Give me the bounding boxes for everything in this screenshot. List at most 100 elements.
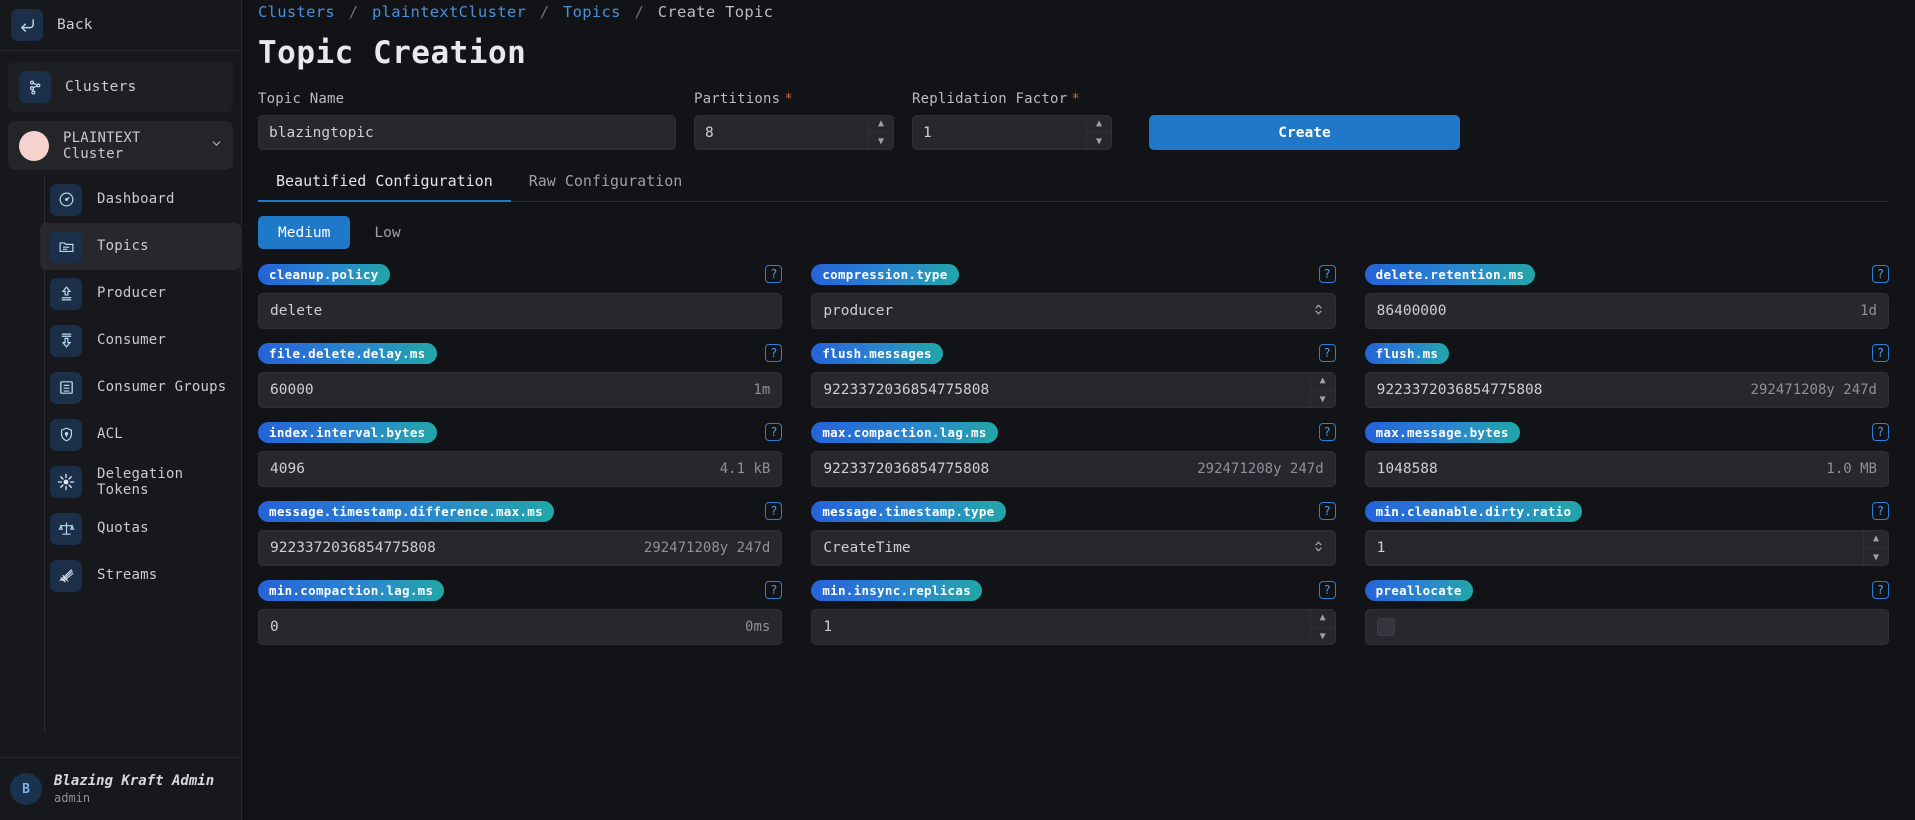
- tab-raw-configuration[interactable]: Raw Configuration: [511, 172, 701, 201]
- help-icon[interactable]: ?: [1871, 581, 1889, 599]
- config-input[interactable]: 60000 1m: [258, 372, 783, 408]
- breadcrumb-item-cluster[interactable]: plaintextCluster: [372, 3, 526, 21]
- config-item-max-message-bytes: max.message.bytes? 1048588 1.0 MB: [1364, 421, 1889, 500]
- config-input[interactable]: 9223372036854775808 292471208y 247d: [811, 451, 1336, 487]
- help-icon[interactable]: ?: [765, 581, 783, 599]
- help-icon[interactable]: ?: [1871, 502, 1889, 520]
- stepper-up-icon[interactable]: ▲: [1310, 609, 1335, 628]
- config-input[interactable]: producer: [811, 293, 1336, 329]
- sidebar-item-producer[interactable]: Producer: [40, 270, 241, 317]
- config-input[interactable]: 9223372036854775808 292471208y 247d: [1364, 372, 1889, 408]
- sidebar-item-clusters[interactable]: Clusters: [8, 62, 233, 112]
- partitions-input[interactable]: 8 ▲ ▼: [694, 115, 894, 150]
- config-grid: cleanup.policy? delete compression.type? pr…: [258, 263, 1889, 658]
- back-button[interactable]: Back: [0, 0, 241, 51]
- config-stepper[interactable]: ▲ ▼: [1309, 609, 1335, 646]
- config-input[interactable]: 86400000 1d: [1364, 293, 1889, 329]
- sidebar-item-consumer-groups[interactable]: Consumer Groups: [40, 364, 241, 411]
- sidebar-item-topics[interactable]: Topics: [40, 223, 241, 270]
- tab-beautified-configuration[interactable]: Beautified Configuration: [258, 172, 511, 202]
- help-icon[interactable]: ?: [765, 502, 783, 520]
- config-input[interactable]: 0 0ms: [258, 609, 783, 645]
- config-value-suffix: 0ms: [745, 619, 771, 635]
- help-icon[interactable]: ?: [1871, 265, 1889, 283]
- help-icon[interactable]: ?: [765, 423, 783, 441]
- config-value: 1: [823, 619, 833, 635]
- config-input[interactable]: delete: [258, 293, 783, 329]
- config-item-min-compaction-lag-ms: min.compaction.lag.ms? 0 0ms: [258, 579, 783, 658]
- config-item-compression-type: compression.type? producer: [811, 263, 1336, 342]
- config-input[interactable]: 1 ▲ ▼: [1364, 530, 1889, 567]
- config-value: 0: [270, 619, 279, 635]
- config-value: 86400000: [1376, 303, 1447, 319]
- create-button[interactable]: Create: [1149, 115, 1460, 150]
- stepper-up-icon[interactable]: ▲: [1087, 115, 1111, 133]
- app-root: Back Clusters PLAINTEXT Cluster Dashboar…: [0, 0, 1915, 820]
- level-medium-button[interactable]: Medium: [258, 216, 351, 249]
- cluster-selector-label: PLAINTEXT Cluster: [63, 129, 141, 162]
- breadcrumb-item-topics[interactable]: Topics: [563, 3, 621, 21]
- user-role: admin: [54, 791, 91, 805]
- config-input[interactable]: 9223372036854775808 ▲ ▼: [811, 372, 1336, 409]
- user-profile[interactable]: B Blazing Kraft Admin admin: [0, 757, 241, 820]
- config-checkbox[interactable]: [1376, 618, 1395, 636]
- sidebar-item-acl[interactable]: ACL: [40, 411, 241, 458]
- config-value: 1048588: [1376, 461, 1438, 477]
- config-value: 9223372036854775808: [1376, 382, 1543, 398]
- config-input[interactable]: CreateTime: [811, 530, 1336, 566]
- help-icon[interactable]: ?: [765, 344, 783, 362]
- config-value: 60000: [270, 382, 314, 398]
- config-value: delete: [270, 303, 323, 319]
- select-chevron-icon[interactable]: [1305, 539, 1324, 557]
- help-icon[interactable]: ?: [1318, 581, 1336, 599]
- sidebar-item-quotas[interactable]: Quotas: [40, 505, 241, 552]
- help-icon[interactable]: ?: [765, 265, 783, 283]
- breadcrumb-item-clusters[interactable]: Clusters: [258, 3, 335, 21]
- config-input[interactable]: [1364, 609, 1889, 645]
- config-input[interactable]: 4096 4.1 kB: [258, 451, 783, 487]
- config-name-badge: flush.ms: [1364, 342, 1450, 364]
- topic-name-input[interactable]: blazingtopic: [258, 115, 676, 150]
- sidebar-item-delegation-tokens[interactable]: Delegation Tokens: [40, 458, 241, 505]
- replication-stepper[interactable]: ▲ ▼: [1086, 115, 1111, 150]
- config-value-suffix: 1d: [1860, 303, 1877, 319]
- config-item-index-interval-bytes: index.interval.bytes? 4096 4.1 kB: [258, 421, 783, 500]
- level-low-button[interactable]: Low: [354, 216, 420, 249]
- config-value: CreateTime: [823, 540, 911, 556]
- config-name-badge: flush.messages: [811, 342, 943, 364]
- config-stepper[interactable]: ▲ ▼: [1309, 372, 1335, 409]
- help-icon[interactable]: ?: [1871, 423, 1889, 441]
- sidebar-item-dashboard[interactable]: Dashboard: [40, 176, 241, 223]
- stepper-up-icon[interactable]: ▲: [1310, 372, 1335, 391]
- config-stepper[interactable]: ▲ ▼: [1862, 530, 1888, 567]
- config-input[interactable]: 1048588 1.0 MB: [1364, 451, 1889, 487]
- help-icon[interactable]: ?: [1318, 502, 1336, 520]
- stepper-down-icon[interactable]: ▼: [869, 133, 893, 150]
- config-header: cleanup.policy?: [258, 263, 783, 285]
- stepper-up-icon[interactable]: ▲: [1863, 530, 1888, 549]
- topic-name-label: Topic Name: [258, 91, 345, 107]
- config-input[interactable]: 9223372036854775808 292471208y 247d: [258, 530, 783, 566]
- config-header: flush.ms?: [1364, 342, 1889, 364]
- help-icon[interactable]: ?: [1318, 265, 1336, 283]
- stepper-down-icon[interactable]: ▼: [1311, 628, 1335, 646]
- config-value-suffix: 1.0 MB: [1826, 461, 1877, 477]
- help-icon[interactable]: ?: [1318, 344, 1336, 362]
- partitions-stepper[interactable]: ▲ ▼: [868, 115, 893, 150]
- stepper-down-icon[interactable]: ▼: [1864, 549, 1888, 567]
- help-icon[interactable]: ?: [1871, 344, 1889, 362]
- config-input[interactable]: 1 ▲ ▼: [811, 609, 1336, 646]
- cluster-selector[interactable]: PLAINTEXT Cluster: [8, 121, 233, 170]
- sidebar: Back Clusters PLAINTEXT Cluster Dashboar…: [0, 0, 242, 820]
- sidebar-item-streams[interactable]: Streams: [40, 552, 241, 599]
- config-name-badge: max.message.bytes: [1364, 421, 1520, 443]
- stepper-down-icon[interactable]: ▼: [1087, 133, 1111, 150]
- stepper-up-icon[interactable]: ▲: [869, 115, 893, 133]
- help-icon[interactable]: ?: [1318, 423, 1336, 441]
- config-level-toggle: Medium Low: [258, 216, 1889, 249]
- sidebar-item-consumer[interactable]: Consumer: [40, 317, 241, 364]
- select-chevron-icon[interactable]: [1305, 302, 1324, 320]
- replication-input[interactable]: 1 ▲ ▼: [912, 115, 1112, 150]
- stepper-down-icon[interactable]: ▼: [1311, 391, 1335, 409]
- config-name-badge: file.delete.delay.ms: [258, 342, 437, 364]
